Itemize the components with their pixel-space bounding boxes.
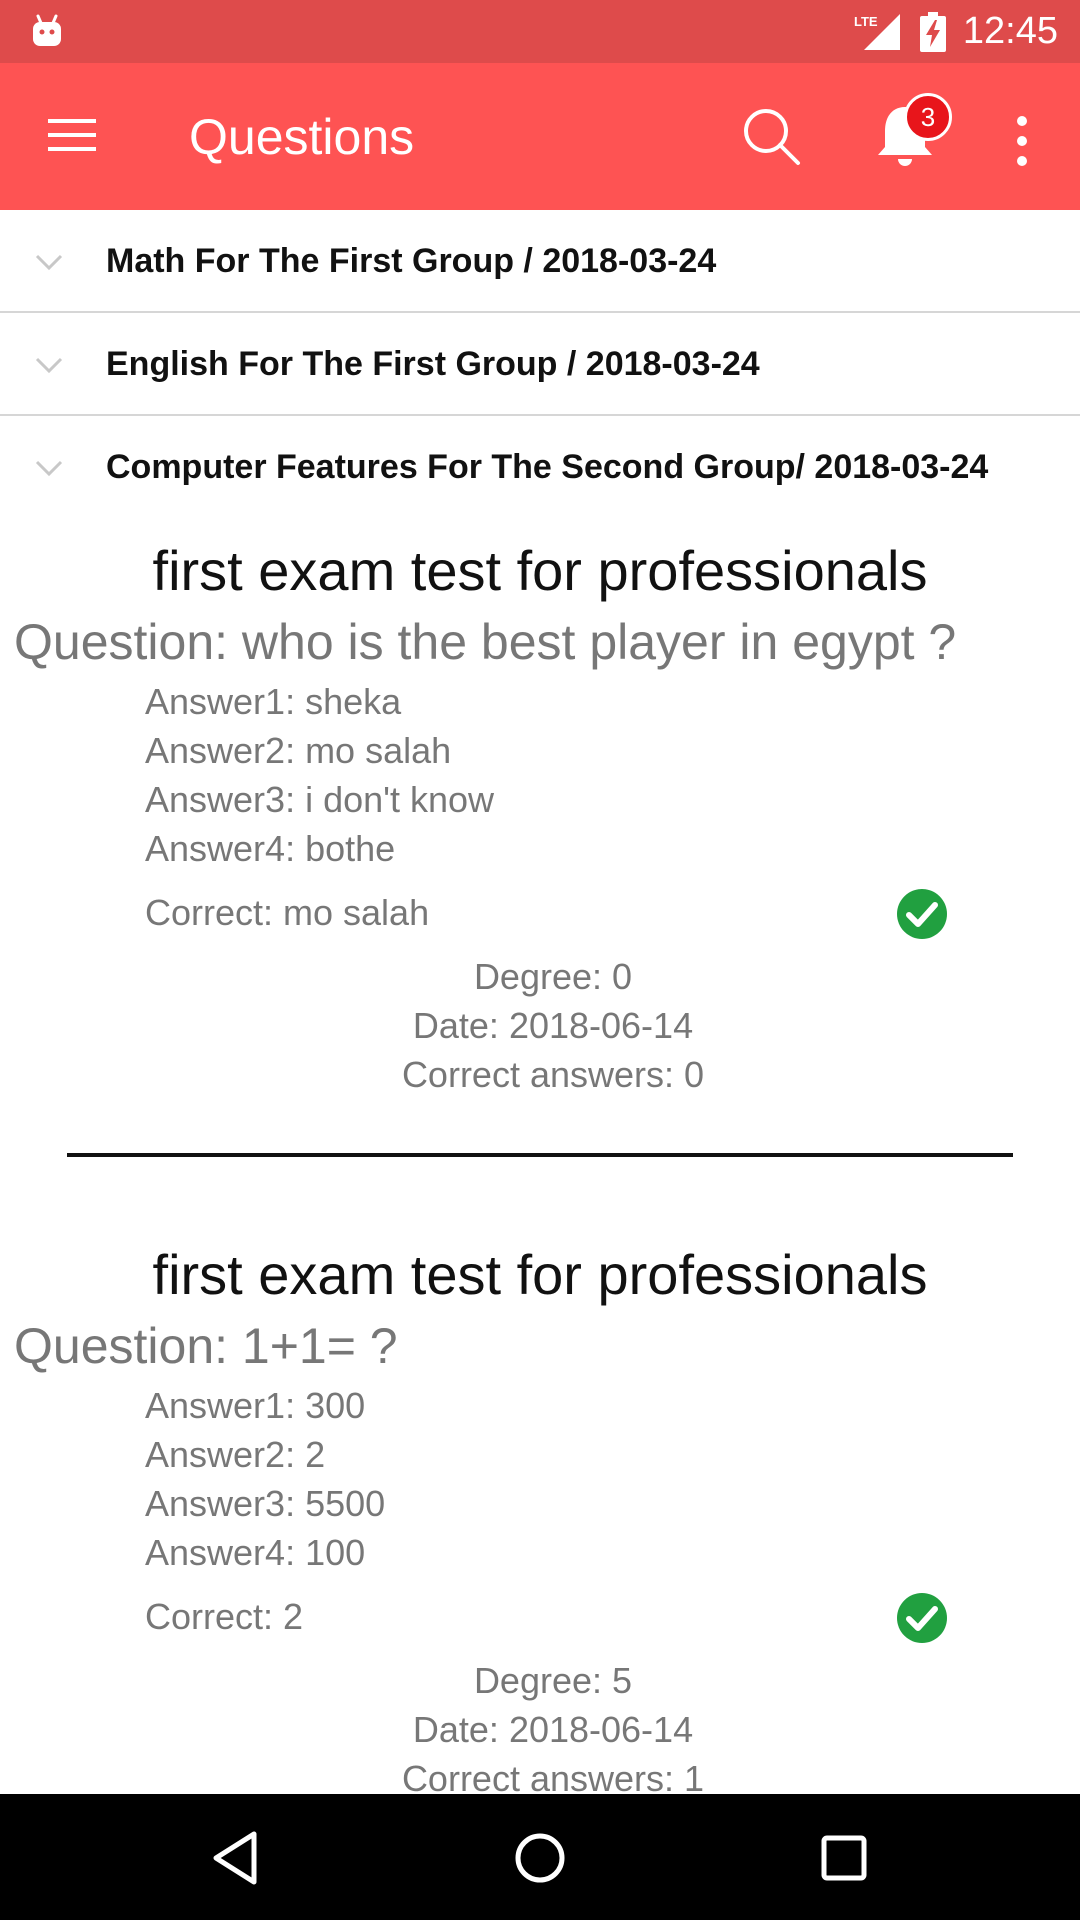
correct-answer: Correct: mo salah <box>145 892 430 933</box>
answer-item: Answer3: 5500 <box>145 1483 386 1524</box>
lte-signal-icon: LTE <box>854 14 900 50</box>
status-time: 12:45 <box>962 10 1058 52</box>
answer-item: Answer1: 300 <box>145 1385 366 1426</box>
answer-item: Answer2: mo salah <box>145 730 452 771</box>
group-label: Math For The First Group / 2018-03-24 <box>106 242 717 280</box>
exam-title: first exam test for professionals <box>152 539 928 602</box>
android-icon <box>33 14 61 46</box>
home-icon[interactable] <box>510 1828 570 1888</box>
chevron-down-icon <box>35 357 63 374</box>
group-label: Computer Features For The Second Group/ … <box>106 448 989 486</box>
date-text: Date: 2018-06-14 <box>412 1005 694 1046</box>
menu-icon[interactable] <box>44 113 100 157</box>
app-bar: Questions 3 <box>0 63 1080 210</box>
check-circle-icon <box>897 889 947 939</box>
page-title: Questions <box>189 109 415 165</box>
answer-item: Answer1: sheka <box>145 681 402 722</box>
group-label: English For The First Group / 2018-03-24 <box>106 345 760 383</box>
battery-charging-icon <box>920 12 946 52</box>
answer-item: Answer4: bothe <box>145 828 396 869</box>
chevron-down-icon <box>35 254 63 271</box>
notification-badge: 3 <box>904 93 952 141</box>
check-circle-icon <box>897 1593 947 1643</box>
degree-text: Degree: 0 <box>473 956 633 997</box>
search-icon[interactable] <box>740 105 802 167</box>
group-row-computer-features[interactable]: Computer Features For The Second Group/ … <box>0 416 1080 519</box>
more-vert-icon[interactable] <box>1010 113 1034 169</box>
status-bar: LTE 12:45 <box>0 0 1080 63</box>
back-icon[interactable] <box>206 1828 266 1888</box>
degree-text: Degree: 5 <box>473 1660 633 1701</box>
chevron-down-icon <box>35 460 63 477</box>
group-row-math[interactable]: Math For The First Group / 2018-03-24 <box>0 210 1080 313</box>
navigation-bar <box>0 1794 1080 1920</box>
group-row-english[interactable]: English For The First Group / 2018-03-24 <box>0 313 1080 416</box>
correct-answer: Correct: 2 <box>145 1596 304 1637</box>
question-text: Question: who is the best player in egyp… <box>14 614 957 670</box>
exam-title: first exam test for professionals <box>152 1243 928 1306</box>
divider <box>67 1153 1013 1157</box>
recents-icon[interactable] <box>814 1828 874 1888</box>
correct-answers-count: Correct answers: 0 <box>401 1054 705 1095</box>
date-text: Date: 2018-06-14 <box>412 1709 694 1750</box>
answer-item: Answer3: i don't know <box>145 779 495 820</box>
answer-item: Answer4: 100 <box>145 1532 366 1573</box>
answer-item: Answer2: 2 <box>145 1434 326 1475</box>
svg-text:LTE: LTE <box>854 14 878 29</box>
question-text: Question: 1+1= ? <box>14 1318 398 1374</box>
